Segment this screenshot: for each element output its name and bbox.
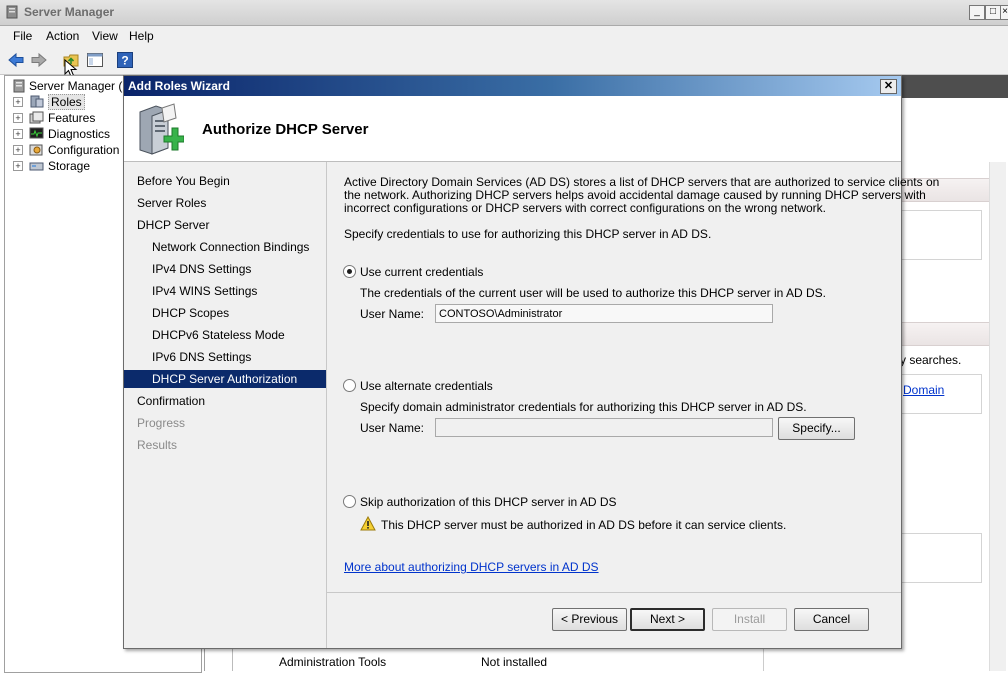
section-box	[900, 210, 982, 260]
nav-dhcp-scopes[interactable]: DHCP Scopes	[124, 304, 326, 322]
wizard-title: Add Roles Wizard	[128, 79, 230, 93]
specify-credentials-text: Specify credentials to use for authorizi…	[344, 227, 712, 241]
intro-line-3: incorrect configurations or DHCP servers…	[344, 201, 826, 215]
wizard-header: Authorize DHCP Server	[124, 96, 901, 162]
vertical-scrollbar[interactable]	[989, 162, 1006, 671]
tree-item-label: Diagnostics	[48, 127, 111, 141]
features-icon	[29, 111, 44, 124]
footer-separator	[327, 592, 901, 593]
help-icon[interactable]: ?	[116, 51, 134, 69]
nav-before-you-begin[interactable]: Before You Begin	[124, 172, 326, 190]
section-box	[900, 533, 982, 583]
tree-item-label: Configuration	[48, 143, 120, 157]
domain-link[interactable]: Domain	[903, 384, 944, 397]
skip-authorization-radio[interactable]	[343, 495, 356, 508]
expand-icon[interactable]: +	[13, 161, 23, 171]
alternate-credentials-description: Specify domain administrator credentials…	[360, 400, 807, 414]
roles-icon	[30, 95, 44, 108]
tree-item-label: Features	[48, 111, 96, 125]
minimize-button[interactable]: _	[969, 5, 985, 20]
nav-ipv6-dns-settings[interactable]: IPv6 DNS Settings	[124, 348, 326, 366]
alternate-username-field	[435, 418, 773, 437]
nav-ipv4-dns-settings[interactable]: IPv4 DNS Settings	[124, 260, 326, 278]
storage-icon	[29, 162, 44, 171]
forward-arrow-icon[interactable]	[30, 51, 48, 69]
details-header-bar	[896, 75, 1008, 98]
configuration-icon	[29, 144, 43, 156]
nav-confirmation[interactable]: Confirmation	[124, 392, 326, 410]
skip-authorization-label[interactable]: Skip authorization of this DHCP server i…	[360, 496, 617, 509]
use-alternate-credentials-radio[interactable]	[343, 379, 356, 392]
expand-icon[interactable]: +	[13, 145, 23, 155]
pane-divider	[210, 648, 233, 671]
menu-view[interactable]: View	[92, 29, 118, 43]
nav-results: Results	[137, 438, 178, 452]
nav-ipv4-wins-settings[interactable]: IPv4 WINS Settings	[124, 282, 326, 300]
searches-text: y searches.	[900, 353, 962, 367]
server-manager-icon	[13, 79, 25, 93]
nav-progress: Progress	[137, 416, 186, 430]
nav-dhcpv6-stateless-mode[interactable]: DHCPv6 Stateless Mode	[124, 326, 326, 344]
menu-bar: File Action View Help	[0, 26, 1008, 47]
use-current-credentials-radio[interactable]	[343, 265, 356, 278]
tree-item-label: Roles	[48, 94, 85, 110]
menu-file[interactable]: File	[13, 29, 32, 43]
next-button[interactable]: Next >	[630, 608, 705, 631]
tree-item-label: Storage	[48, 159, 91, 173]
wizard-close-button[interactable]: ✕	[880, 79, 897, 94]
current-credentials-description: The credentials of the current user will…	[360, 286, 826, 300]
diagnostics-icon	[29, 127, 44, 139]
wizard-titlebar: Add Roles Wizard ✕	[124, 76, 901, 96]
alternate-username-label: User Name:	[360, 421, 425, 435]
maximize-button[interactable]: □	[985, 5, 1001, 20]
menu-help[interactable]: Help	[129, 29, 154, 43]
use-current-credentials-label[interactable]: Use current credentials	[360, 266, 483, 279]
show-hide-tree-icon[interactable]	[86, 51, 104, 69]
use-alternate-credentials-label[interactable]: Use alternate credentials	[360, 380, 493, 393]
server-manager-titlebar: Server Manager _ □ ×	[0, 0, 1008, 26]
cancel-button[interactable]: Cancel	[794, 608, 869, 631]
more-about-authorizing-link[interactable]: More about authorizing DHCP servers in A…	[344, 561, 599, 574]
section-header-band	[900, 322, 990, 346]
table-cell-name: Administration Tools	[279, 655, 387, 669]
add-roles-wizard-dialog: Add Roles Wizard ✕ Authorize DHCP Server…	[123, 75, 939, 649]
expand-icon[interactable]: +	[13, 129, 23, 139]
nav-dhcp-server-authorization[interactable]: DHCP Server Authorization	[124, 370, 326, 388]
close-window-button[interactable]: ×	[1000, 5, 1008, 20]
server-manager-icon	[6, 5, 18, 19]
wizard-heading: Authorize DHCP Server	[202, 121, 369, 138]
skip-authorization-warning: This DHCP server must be authorized in A…	[381, 518, 787, 532]
menu-action[interactable]: Action	[46, 29, 79, 43]
warning-icon	[360, 516, 376, 531]
table-cell-status: Not installed	[481, 655, 548, 669]
nav-server-roles[interactable]: Server Roles	[124, 194, 326, 212]
nav-dhcp-server[interactable]: DHCP Server	[124, 216, 326, 234]
tree-root-label: Server Manager (SE	[29, 79, 139, 93]
dhcp-server-add-icon	[139, 103, 184, 155]
current-username-field: CONTOSO\Administrator	[435, 304, 773, 323]
expand-icon[interactable]: +	[13, 113, 23, 123]
svg-text:?: ?	[121, 54, 128, 68]
nav-network-connection-bindings[interactable]: Network Connection Bindings	[124, 238, 326, 256]
toolbar: ?	[0, 47, 1008, 78]
section-box: Domain	[900, 374, 982, 414]
wizard-content: Active Directory Domain Services (AD DS)…	[327, 162, 939, 592]
window-title: Server Manager	[24, 5, 115, 19]
specify-button[interactable]: Specify...	[778, 417, 855, 440]
current-username-label: User Name:	[360, 307, 425, 321]
expand-icon[interactable]: +	[13, 97, 23, 107]
install-button: Install	[712, 608, 787, 631]
wizard-steps-nav: Before You Begin Server Roles DHCP Serve…	[124, 162, 327, 648]
roles-table: Administration Tools Not installed	[232, 648, 764, 671]
previous-button[interactable]: < Previous	[552, 608, 627, 631]
back-arrow-icon[interactable]	[7, 51, 25, 69]
